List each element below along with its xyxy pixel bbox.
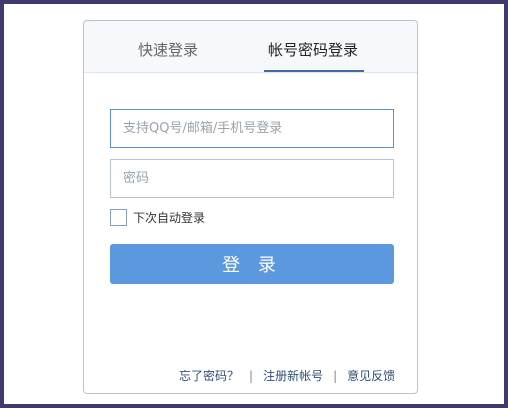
remember-me-label: 下次自动登录 — [133, 211, 206, 225]
forgot-password-link[interactable]: 忘了密码？ — [179, 367, 239, 384]
tab-quick-login[interactable]: 快速登录 — [138, 39, 198, 60]
remember-me-checkbox[interactable] — [110, 209, 127, 226]
tab-account-login[interactable]: 帐号密码登录 — [268, 39, 358, 60]
active-tab-indicator — [264, 70, 364, 72]
login-button[interactable]: 登 录 — [110, 244, 394, 284]
separator: | — [333, 368, 338, 383]
register-link[interactable]: 注册新帐号 — [263, 367, 323, 384]
username-input[interactable] — [110, 109, 394, 148]
login-tabs: 快速登录 帐号密码登录 — [84, 21, 417, 73]
password-input[interactable] — [110, 159, 394, 198]
login-panel: 快速登录 帐号密码登录 下次自动登录 登 录 忘了密码？ | 注册新帐号 | 意… — [83, 20, 418, 394]
remember-me-row: 下次自动登录 — [110, 209, 205, 226]
footer-links: 忘了密码？ | 注册新帐号 | 意见反馈 — [179, 367, 395, 384]
feedback-link[interactable]: 意见反馈 — [347, 367, 395, 384]
separator: | — [249, 368, 254, 383]
